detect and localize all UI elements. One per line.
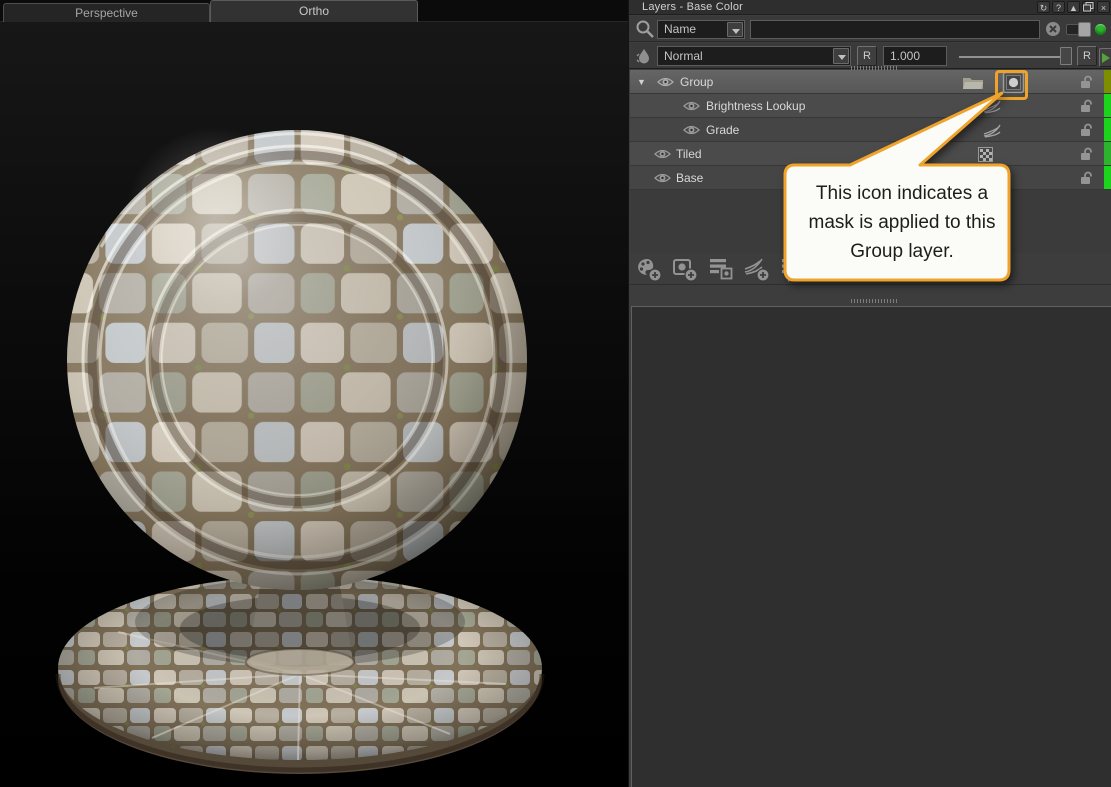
add-layer-icon[interactable] xyxy=(671,257,700,282)
reset-slider-button[interactable]: R xyxy=(1077,46,1097,66)
blend-mode-dropdown-button[interactable] xyxy=(833,48,849,64)
empty-lower-pane xyxy=(631,306,1111,787)
layer-name: Base xyxy=(676,171,703,185)
restore-icon[interactable] xyxy=(1082,1,1095,13)
callout-line: This icon indicates a xyxy=(790,179,1014,208)
layer-search-input[interactable] xyxy=(750,20,1040,39)
visibility-eye-icon[interactable] xyxy=(657,76,674,88)
cache-status-strip xyxy=(1104,166,1111,189)
viewport-3d[interactable]: Perspective Ortho xyxy=(0,0,628,787)
search-field-value: Name xyxy=(664,22,696,36)
chevron-down-icon xyxy=(732,29,740,34)
visibility-eye-icon[interactable] xyxy=(683,100,700,112)
callout-text: This icon indicates a mask is applied to… xyxy=(790,179,1014,266)
blend-amount-slider-handle[interactable] xyxy=(1060,47,1072,65)
add-adjustment-layer-icon[interactable] xyxy=(743,257,772,282)
visibility-eye-icon[interactable] xyxy=(654,148,671,160)
cache-status-strip xyxy=(1104,142,1111,165)
reset-blend-button[interactable]: R xyxy=(857,46,877,66)
search-icon xyxy=(635,19,655,39)
layer-name: Grade xyxy=(706,123,739,137)
panel-titlebar[interactable]: Layers - Base Color ↻ ? ▲ × xyxy=(629,0,1111,15)
blend-amount-field[interactable]: 1.000 xyxy=(883,46,947,66)
collapse-icon[interactable]: ▲ xyxy=(1067,1,1080,13)
layer-name: Group xyxy=(680,75,713,89)
filter-toggle[interactable] xyxy=(1066,24,1090,35)
tab-ortho[interactable]: Ortho xyxy=(210,0,418,22)
status-ready-dot xyxy=(1095,24,1106,35)
blend-amount-icon xyxy=(636,47,652,67)
add-paint-layer-icon[interactable] xyxy=(635,257,664,282)
unlock-icon[interactable] xyxy=(1079,123,1094,137)
add-group-layer-icon[interactable] xyxy=(707,257,736,282)
unlock-icon[interactable] xyxy=(1079,75,1094,89)
toggle-knob[interactable] xyxy=(1078,22,1091,37)
visibility-eye-icon[interactable] xyxy=(683,124,700,136)
cache-status-strip xyxy=(1104,118,1111,141)
callout-line: Group layer. xyxy=(790,237,1014,266)
blend-mode-select[interactable]: Normal xyxy=(657,46,851,66)
application-window: Perspective Ortho xyxy=(0,0,1111,787)
detach-icon[interactable]: ↻ xyxy=(1037,1,1050,13)
close-icon[interactable]: × xyxy=(1097,1,1110,13)
panel-title: Layers - Base Color xyxy=(642,1,743,13)
callout-line: mask is applied to this xyxy=(790,208,1014,237)
cache-status-strip xyxy=(1104,70,1111,93)
blend-mode-value: Normal xyxy=(664,49,703,63)
search-field-dropdown-button[interactable] xyxy=(727,22,743,37)
clear-search-icon[interactable] xyxy=(1045,21,1061,37)
apply-button[interactable] xyxy=(1099,48,1111,67)
unlock-icon[interactable] xyxy=(1079,99,1094,113)
shader-ball-scene[interactable] xyxy=(0,22,628,787)
layer-search-row: Name xyxy=(629,16,1111,42)
layer-name: Tiled xyxy=(676,147,702,161)
unlock-icon[interactable] xyxy=(1079,147,1094,161)
shader-ball-sphere xyxy=(67,127,527,590)
search-field-select[interactable]: Name xyxy=(657,20,745,39)
splitter-grip-bottom[interactable] xyxy=(851,299,897,303)
panel-window-buttons: ↻ ? ▲ × xyxy=(1037,1,1110,13)
expand-triangle-icon[interactable]: ▼ xyxy=(637,77,646,87)
cache-status-strip xyxy=(1104,94,1111,117)
tab-perspective[interactable]: Perspective xyxy=(3,3,210,22)
visibility-eye-icon[interactable] xyxy=(654,172,671,184)
viewport-tabbar: Perspective Ortho xyxy=(0,0,628,22)
chevron-down-icon xyxy=(838,55,846,60)
play-icon xyxy=(1102,53,1110,63)
blend-amount-slider-track[interactable] xyxy=(959,56,1071,58)
unlock-icon[interactable] xyxy=(1079,171,1094,185)
help-icon[interactable]: ? xyxy=(1052,1,1065,13)
